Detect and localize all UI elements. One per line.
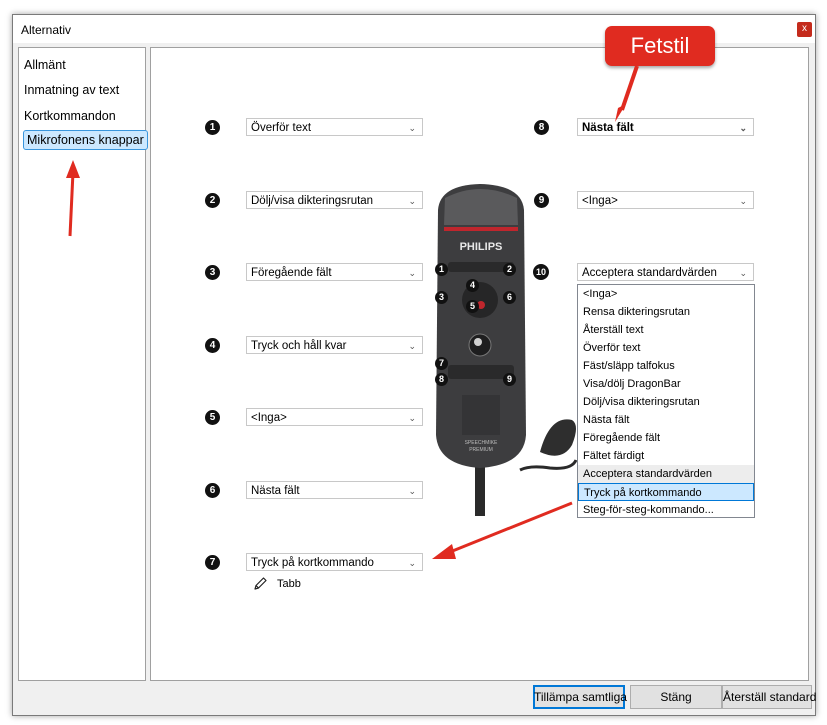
list-option[interactable]: Rensa dikteringsrutan [578,303,754,321]
button-1-value: Överför text [251,122,312,134]
button-9-select[interactable]: <Inga> ⌄ [577,191,754,209]
fetstil-callout: Fetstil [605,26,715,66]
list-option[interactable]: Nästa fält [578,411,754,429]
button-7-select[interactable]: Tryck på kortkommando ⌄ [246,553,423,571]
chevron-down-icon: ⌄ [408,123,416,133]
button-5-select[interactable]: <Inga> ⌄ [246,408,423,426]
mic-marker-7: 7 [435,357,448,370]
button-number-8: 8 [534,120,549,135]
button-number-1: 1 [205,120,220,135]
mic-speaker [462,395,500,435]
button-6-select[interactable]: Nästa fält ⌄ [246,481,423,499]
button-5-value: <Inga> [251,412,287,424]
close-dialog-button[interactable]: Stäng [630,685,722,709]
list-option[interactable]: Fäst/släpp talfokus [578,357,754,375]
mic-marker-8: 8 [435,373,448,386]
chevron-down-icon: ⌄ [408,558,416,568]
chevron-down-icon: ⌄ [408,268,416,278]
shortcut-label: Tabb [277,578,301,590]
button-8-value: Nästa fält [582,122,634,134]
sidebar-item-kortkommandon[interactable]: Kortkommandon [24,109,116,123]
chevron-down-icon: ⌄ [739,196,747,206]
chevron-down-icon: ⌄ [739,123,747,133]
mic-model-2: PREMIUM [469,447,493,453]
button-number-3: 3 [205,265,220,280]
mic-red-stripe [444,227,518,231]
mic-marker-3: 3 [435,291,448,304]
mic-marker-5: 5 [466,300,479,313]
list-option[interactable]: <Inga> [578,285,754,303]
button-4-value: Tryck och håll kvar [251,340,347,352]
mic-trackball-highlight [474,338,482,346]
list-option[interactable]: Föregående fält [578,429,754,447]
mic-marker-1: 1 [435,263,448,276]
mic-brand: PHILIPS [460,241,503,253]
chevron-down-icon: ⌄ [408,413,416,423]
button-number-9: 9 [534,193,549,208]
list-option-selected[interactable]: Tryck på kortkommando [578,483,754,501]
button-4-select[interactable]: Tryck och håll kvar ⌄ [246,336,423,354]
sidebar-item-inmatning[interactable]: Inmatning av text [24,83,119,97]
mic-marker-6: 6 [503,291,516,304]
holder-body [540,419,576,456]
button-number-7: 7 [205,555,220,570]
mic-holder-image [519,419,578,472]
chevron-down-icon: ⌄ [739,268,747,278]
chevron-down-icon: ⌄ [408,196,416,206]
holder-cable [519,459,578,472]
button-number-2: 2 [205,193,220,208]
button-number-4: 4 [205,338,220,353]
button-3-value: Föregående fält [251,267,332,279]
dropdown-list: <Inga> Rensa dikteringsrutan Återställ t… [577,284,755,518]
button-2-select[interactable]: Dölj/visa dikteringsrutan ⌄ [246,191,423,209]
list-option[interactable]: Fältet färdigt [578,447,754,465]
list-option[interactable]: Överför text [578,339,754,357]
button-number-6: 6 [205,483,220,498]
button-1-select[interactable]: Överför text ⌄ [246,118,423,136]
button-10-select[interactable]: Acceptera standardvärden ⌄ [577,263,754,281]
button-10-value: Acceptera standardvärden [582,267,717,279]
mic-marker-2: 2 [503,263,516,276]
button-3-select[interactable]: Föregående fält ⌄ [246,263,423,281]
mic-marker-9: 9 [503,373,516,386]
sidebar-item-mikrofonens-knappar[interactable]: Mikrofonens knappar [23,130,148,150]
chevron-down-icon: ⌄ [408,341,416,351]
list-option[interactable]: Dölj/visa dikteringsrutan [578,393,754,411]
button-9-value: <Inga> [582,195,618,207]
list-option[interactable]: Visa/dölj DragonBar [578,375,754,393]
mic-model-1: SPEECHMIKE [465,440,498,446]
list-option[interactable]: Steg-för-steg-kommando... [578,501,754,519]
button-2-value: Dölj/visa dikteringsrutan [251,195,374,207]
button-8-select[interactable]: Nästa fält ⌄ [577,118,754,136]
close-button[interactable]: x [797,22,812,37]
button-6-value: Nästa fält [251,485,300,497]
window-title: Alternativ [21,23,72,37]
pencil-icon[interactable] [253,576,268,591]
button-number-5: 5 [205,410,220,425]
list-option-hovered[interactable]: Acceptera standardvärden [578,465,754,483]
mic-marker-4: 4 [466,279,479,292]
reset-defaults-button[interactable]: Återställ standard [722,685,816,709]
chevron-down-icon: ⌄ [408,486,416,496]
button-7-value: Tryck på kortkommando [251,557,374,569]
apply-all-button[interactable]: Tillämpa samtliga [533,685,627,709]
sidebar-item-allmant[interactable]: Allmänt [24,58,66,72]
mic-grille [444,189,518,225]
button-number-10: 10 [533,264,549,280]
list-option[interactable]: Återställ text [578,321,754,339]
sidebar: Allmänt Inmatning av text Kortkommandon … [18,47,148,681]
